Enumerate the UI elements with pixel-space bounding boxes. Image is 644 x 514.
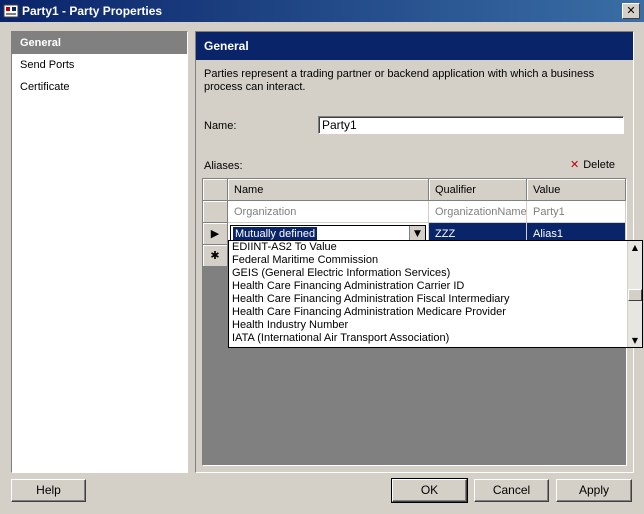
delete-icon: ✕	[570, 158, 580, 171]
party-properties-app-icon	[3, 4, 19, 18]
new-row-icon[interactable]: ✱	[203, 245, 228, 267]
scroll-up-icon[interactable]: ▲	[628, 241, 642, 254]
close-icon[interactable]: ✕	[622, 3, 640, 19]
column-header-qualifier[interactable]: Qualifier	[429, 179, 527, 201]
navigation-panel: General Send Ports Certificate	[11, 31, 188, 473]
alias-qualifier-cell[interactable]: OrganizationName	[429, 201, 527, 223]
dropdown-option[interactable]: IATA (International Air Transport Associ…	[229, 332, 642, 345]
dropdown-option[interactable]: Health Care Financing Administration Med…	[229, 306, 642, 319]
current-row-icon[interactable]: ▶	[203, 223, 228, 245]
delete-button[interactable]: ✕ Delete	[570, 158, 615, 171]
help-button[interactable]: Help	[11, 479, 86, 502]
page-title: General	[196, 32, 633, 60]
name-field[interactable]	[318, 116, 624, 134]
dropdown-option[interactable]: Federal Maritime Commission	[229, 254, 642, 267]
grid-header-row: Name Qualifier Value	[203, 179, 626, 201]
aliases-label: Aliases:	[204, 160, 243, 172]
dropdown-option[interactable]: GEIS (General Electric Information Servi…	[229, 267, 642, 280]
scroll-thumb[interactable]	[628, 289, 642, 301]
alias-name-cell[interactable]: Organization	[228, 201, 429, 223]
nav-item-general[interactable]: General	[12, 32, 187, 54]
nav-item-send-ports[interactable]: Send Ports	[12, 54, 187, 76]
apply-button[interactable]: Apply	[556, 479, 632, 502]
alias-name-dropdown-list[interactable]: EDIINT-AS2 To Value Federal Maritime Com…	[228, 240, 643, 348]
grid-corner-header	[203, 179, 228, 201]
delete-label: Delete	[583, 159, 616, 171]
page-description: Parties represent a trading partner or b…	[204, 68, 595, 93]
column-header-value[interactable]: Value	[527, 179, 626, 201]
dropdown-option[interactable]: EDIINT-AS2 To Value	[229, 241, 642, 254]
table-row[interactable]: Organization OrganizationName Party1	[203, 201, 626, 223]
cancel-button[interactable]: Cancel	[474, 479, 549, 502]
alias-value-cell[interactable]: Party1	[527, 201, 626, 223]
name-label: Name:	[204, 120, 237, 132]
dropdown-option[interactable]: Health Industry Number	[229, 319, 642, 332]
scroll-down-icon[interactable]: ▼	[628, 334, 642, 347]
dropdown-option[interactable]: Health Care Financing Administration Car…	[229, 280, 642, 293]
nav-item-certificate[interactable]: Certificate	[12, 76, 187, 98]
dropdown-scrollbar[interactable]: ▲ ▼	[627, 241, 642, 347]
row-header[interactable]	[203, 201, 228, 223]
title-bar: Party1 - Party Properties ✕	[0, 0, 644, 22]
dropdown-option[interactable]: Health Care Financing Administration Fis…	[229, 293, 642, 306]
combobox-value[interactable]: Mutually defined	[233, 227, 318, 241]
window-title: Party1 - Party Properties	[22, 4, 163, 18]
ok-button[interactable]: OK	[391, 478, 468, 503]
column-header-name[interactable]: Name	[228, 179, 429, 201]
